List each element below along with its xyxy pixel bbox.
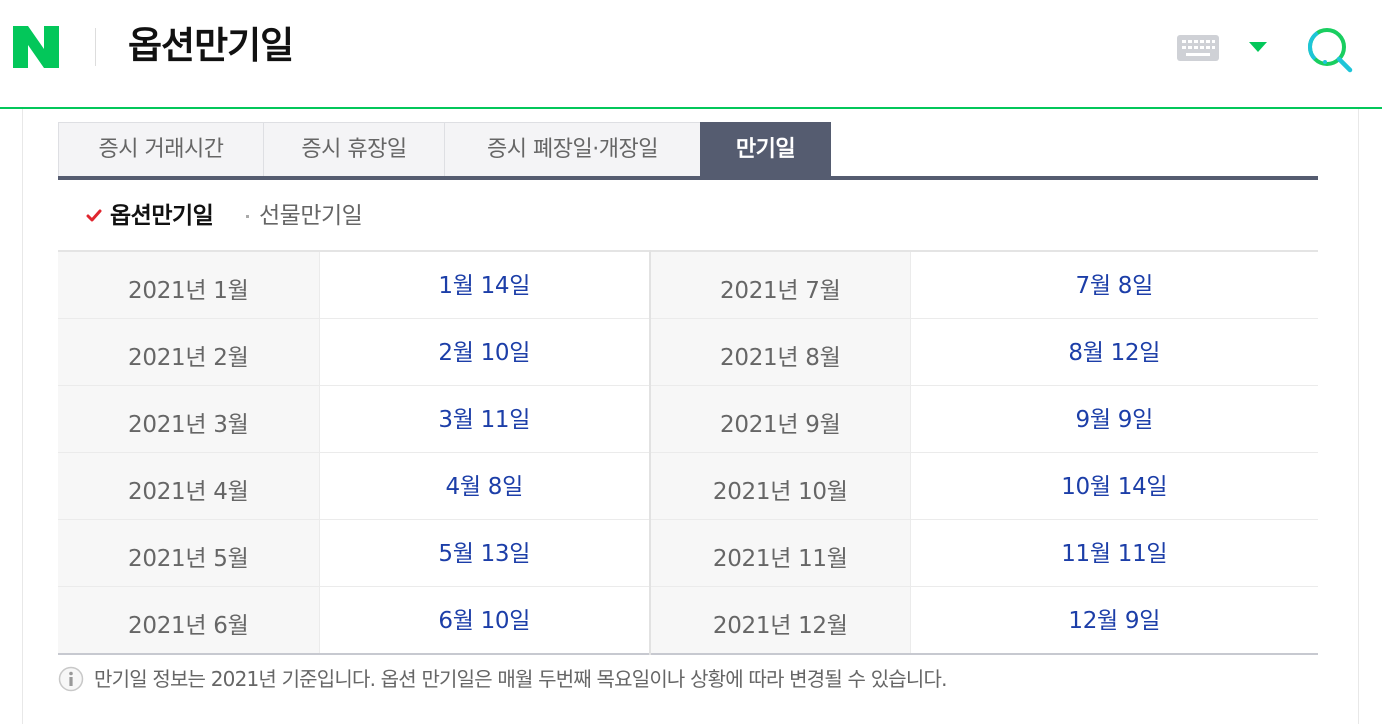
- month-cell: 2021년 7월: [650, 251, 911, 319]
- info-icon: [58, 666, 84, 692]
- tab-expiration-day[interactable]: 만기일: [700, 122, 831, 176]
- expiry-date-cell: 8월 12일: [910, 318, 1318, 386]
- table-row: 2021년 6월 6월 10일 2021년 12월 12월 9일: [58, 586, 1318, 654]
- month-cell: 2021년 2월: [58, 318, 320, 386]
- month-cell: 2021년 5월: [58, 519, 320, 587]
- content-border-left: [22, 109, 23, 724]
- month-cell: 2021년 3월: [58, 385, 320, 453]
- table-row: 2021년 3월 3월 11일 2021년 9월 9월 9일: [58, 385, 1318, 453]
- expiry-date-cell: 6월 10일: [319, 586, 651, 654]
- month-cell: 2021년 4월: [58, 452, 320, 520]
- tab-closing-opening-days[interactable]: 증시 폐장일·개장일: [444, 122, 701, 176]
- expiry-date-cell: 7월 8일: [910, 251, 1318, 319]
- month-cell: 2021년 9월: [650, 385, 911, 453]
- expiry-table: 2021년 1월 1월 14일 2021년 7월 7월 8일 2021년 2월 …: [58, 250, 1318, 655]
- search-icon[interactable]: [1304, 25, 1354, 73]
- bullet-icon: [246, 215, 249, 218]
- expiry-date-cell: 4월 8일: [319, 452, 651, 520]
- month-cell: 2021년 10월: [650, 452, 911, 520]
- tab-market-holidays[interactable]: 증시 휴장일: [263, 122, 445, 176]
- notice-text: 만기일 정보는 2021년 기준입니다. 옵션 만기일은 매월 두번째 목요일이…: [94, 667, 947, 691]
- expiry-date-cell: 10월 14일: [910, 452, 1318, 520]
- content-border-right: [1358, 109, 1359, 724]
- expiry-date-cell: 9월 9일: [910, 385, 1318, 453]
- naver-logo[interactable]: [13, 26, 59, 68]
- expiry-date-cell: 3월 11일: [319, 385, 651, 453]
- expiry-date-cell: 11월 11일: [910, 519, 1318, 587]
- keyboard-icon[interactable]: [1177, 35, 1219, 61]
- header-divider: [95, 28, 96, 66]
- table-row: 2021년 4월 4월 8일 2021년 10월 10월 14일: [58, 452, 1318, 520]
- top-header: 옵션만기일: [0, 0, 1382, 109]
- month-cell: 2021년 12월: [650, 586, 911, 654]
- tab-bar: 증시 거래시간 증시 휴장일 증시 폐장일·개장일 만기일: [58, 122, 1318, 180]
- expiry-date-cell: 2월 10일: [319, 318, 651, 386]
- check-icon: [86, 209, 102, 222]
- expiry-date-cell: 12월 9일: [910, 586, 1318, 654]
- month-cell: 2021년 8월: [650, 318, 911, 386]
- caret-down-icon[interactable]: [1247, 40, 1269, 54]
- expiry-date-cell: 1월 14일: [319, 251, 651, 319]
- table-row: 2021년 1월 1월 14일 2021년 7월 7월 8일: [58, 251, 1318, 319]
- expiry-date-cell: 5월 13일: [319, 519, 651, 587]
- subtab-option-expiry[interactable]: 옵션만기일: [110, 196, 214, 236]
- month-cell: 2021년 1월: [58, 251, 320, 319]
- table-row: 2021년 2월 2월 10일 2021년 8월 8월 12일: [58, 318, 1318, 386]
- table-row: 2021년 5월 5월 13일 2021년 11월 11월 11일: [58, 519, 1318, 587]
- tab-trading-hours[interactable]: 증시 거래시간: [58, 122, 264, 176]
- month-cell: 2021년 11월: [650, 519, 911, 587]
- page-title: 옵션만기일: [128, 24, 294, 67]
- tab-underline: [58, 176, 1318, 180]
- subtab-futures-expiry[interactable]: 선물만기일: [259, 196, 363, 236]
- month-cell: 2021년 6월: [58, 586, 320, 654]
